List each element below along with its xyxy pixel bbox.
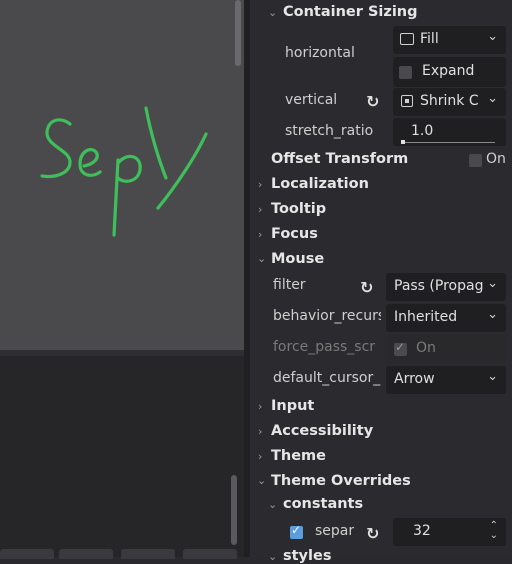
separ-label: separ — [315, 523, 355, 539]
chevron-down-icon: ⌄ — [487, 91, 498, 106]
chevron-down-icon: ⌄ — [487, 307, 498, 322]
stretch-ratio-slider[interactable]: 1.0 — [393, 118, 506, 146]
chevron-right-icon[interactable]: › — [258, 228, 262, 241]
filter-select[interactable]: Pass (Propag ⌄ — [386, 273, 506, 301]
default-cursor-select[interactable]: Arrow ⌄ — [386, 366, 506, 394]
section-localization[interactable]: Localization — [271, 176, 369, 192]
section-accessibility[interactable]: Accessibility — [271, 423, 373, 439]
force-pass-scroll-label: force_pass_scr — [273, 339, 376, 355]
spinner-arrows-icon[interactable]: ⌃ ⌄ — [490, 521, 498, 541]
chevron-right-icon[interactable]: › — [258, 178, 262, 191]
expand-field: Expand — [393, 57, 506, 87]
section-theme-overrides[interactable]: Theme Overrides — [271, 473, 411, 489]
chevron-down-icon: ⌄ — [487, 369, 498, 384]
chevron-down-icon: ⌄ — [487, 276, 498, 291]
bottom-panel — [0, 350, 244, 557]
horizontal-label: horizontal — [285, 45, 355, 61]
chevron-down-icon[interactable]: ⌄ — [257, 252, 266, 265]
separ-override-checkbox[interactable] — [290, 523, 303, 539]
default-cursor-value: Arrow — [394, 371, 435, 387]
bottom-panel-scrollbar[interactable] — [231, 475, 237, 545]
offset-transform-on-label: On — [486, 151, 506, 167]
chevron-down-icon[interactable]: ⌄ — [257, 474, 266, 487]
section-input[interactable]: Input — [271, 398, 314, 414]
chevron-right-icon[interactable]: › — [258, 450, 262, 463]
revert-icon[interactable]: ↻ — [366, 524, 379, 543]
vertical-value: Shrink C — [420, 93, 479, 109]
section-mouse[interactable]: Mouse — [271, 251, 324, 267]
fill-icon — [400, 33, 414, 45]
chevron-down-icon[interactable]: ⌄ — [268, 498, 277, 511]
force-pass-scroll-checkbox — [394, 340, 407, 356]
stretch-ratio-label: stretch_ratio — [285, 123, 374, 139]
separ-spinbox[interactable]: 32 ⌃ ⌄ — [393, 518, 506, 546]
horizontal-select[interactable]: Fill ⌄ — [393, 26, 506, 54]
vertical-select[interactable]: Shrink C ⌄ — [393, 88, 506, 116]
stretch-ratio-value: 1.0 — [411, 123, 434, 139]
behavior-recursive-label: behavior_recurs — [273, 308, 381, 324]
offset-transform-checkbox[interactable] — [469, 154, 482, 167]
section-container-sizing[interactable]: Container Sizing — [283, 4, 418, 20]
default-cursor-label: default_cursor_ — [273, 370, 381, 386]
revert-icon[interactable]: ↻ — [360, 278, 373, 297]
section-focus[interactable]: Focus — [271, 226, 318, 242]
drawing-canvas[interactable] — [0, 0, 244, 350]
expand-checkbox[interactable] — [399, 66, 412, 79]
force-pass-scroll-value: On — [416, 340, 436, 356]
canvas-vertical-scrollbar[interactable] — [235, 0, 241, 66]
expand-label: Expand — [422, 63, 475, 79]
chevron-down-icon: ⌄ — [487, 29, 498, 44]
vertical-label: vertical — [285, 92, 338, 108]
chevron-right-icon[interactable]: › — [258, 400, 262, 413]
chevron-right-icon[interactable]: › — [258, 425, 262, 438]
slider-track — [401, 142, 495, 143]
shrink-center-icon — [401, 95, 413, 107]
slider-grabber[interactable] — [401, 140, 405, 144]
bottom-tab[interactable] — [183, 549, 237, 559]
separ-value: 32 — [413, 523, 431, 539]
section-theme[interactable]: Theme — [271, 448, 326, 464]
bottom-tab[interactable] — [121, 549, 175, 559]
handwritten-drawing — [40, 106, 208, 237]
chevron-down-icon[interactable]: ⌄ — [268, 6, 277, 19]
filter-label: filter — [273, 277, 306, 293]
section-constants[interactable]: constants — [283, 496, 363, 512]
force-pass-scroll-field: On — [386, 335, 506, 363]
bottom-tab[interactable] — [59, 549, 113, 559]
behavior-recursive-select[interactable]: Inherited ⌄ — [386, 304, 506, 332]
section-tooltip[interactable]: Tooltip — [271, 201, 326, 217]
chevron-right-icon[interactable]: › — [258, 203, 262, 216]
section-styles[interactable]: styles — [283, 548, 331, 564]
section-offset-transform[interactable]: Offset Transform — [271, 151, 408, 167]
behavior-recursive-value: Inherited — [394, 309, 458, 325]
filter-value: Pass (Propag — [394, 278, 484, 294]
bottom-tab[interactable] — [0, 549, 54, 559]
revert-icon[interactable]: ↻ — [366, 92, 379, 111]
horizontal-value: Fill — [420, 31, 439, 47]
